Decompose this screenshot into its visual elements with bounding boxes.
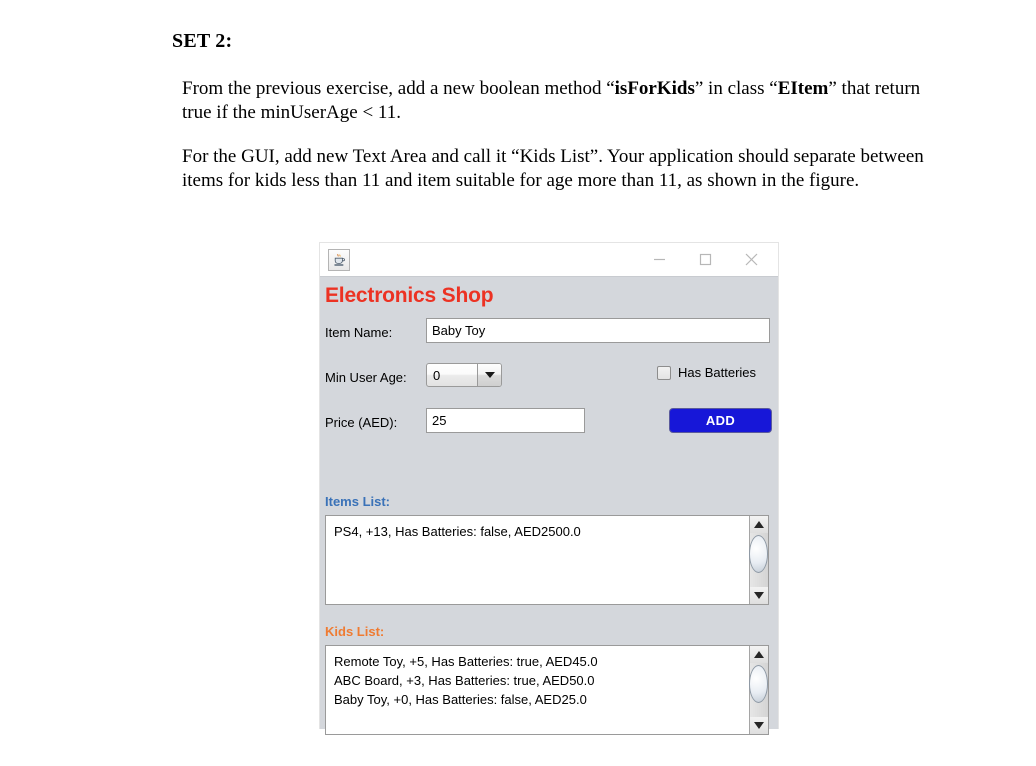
scrollbar-track[interactable] bbox=[749, 663, 768, 717]
method-name-isforkids: isForKids bbox=[614, 78, 695, 99]
item-name-label: Item Name: bbox=[325, 325, 393, 340]
scrollbar-track[interactable] bbox=[749, 533, 768, 587]
java-coffee-cup-icon bbox=[328, 249, 350, 271]
scrollbar-thumb[interactable] bbox=[749, 665, 768, 703]
item-name-input[interactable]: Baby Toy bbox=[426, 318, 770, 343]
class-name-eitem: EItem bbox=[777, 78, 829, 99]
price-label: Price (AED): bbox=[325, 415, 398, 430]
chevron-down-icon[interactable] bbox=[477, 364, 501, 386]
scroll-up-arrow-icon[interactable] bbox=[750, 516, 768, 533]
kids-list-label: Kids List: bbox=[325, 624, 385, 639]
maximize-icon[interactable] bbox=[682, 243, 728, 276]
items-list-label: Items List: bbox=[325, 494, 391, 509]
checkbox-box-icon[interactable] bbox=[657, 365, 671, 380]
add-button[interactable]: ADD bbox=[669, 408, 772, 433]
paragraph-1-mid: ” in class “ bbox=[694, 78, 778, 99]
scroll-down-arrow-icon[interactable] bbox=[750, 587, 768, 604]
app-title: Electronics Shop bbox=[325, 284, 494, 307]
scroll-down-arrow-icon[interactable] bbox=[750, 717, 768, 734]
window-controls bbox=[636, 243, 774, 276]
paragraph-1-prefix: From the previous exercise, add a new bo… bbox=[182, 78, 615, 99]
min-user-age-label: Min User Age: bbox=[325, 370, 407, 385]
set-heading: SET 2: bbox=[172, 30, 233, 52]
minimize-icon[interactable] bbox=[636, 243, 682, 276]
items-list-textarea[interactable]: PS4, +13, Has Batteries: false, AED2500.… bbox=[326, 516, 749, 604]
scrollbar-thumb[interactable] bbox=[749, 535, 768, 573]
items-list-scrollbar[interactable] bbox=[749, 516, 768, 604]
kids-list-textarea[interactable]: Remote Toy, +5, Has Batteries: true, AED… bbox=[326, 646, 749, 734]
price-input[interactable]: 25 bbox=[426, 408, 585, 433]
min-user-age-select[interactable]: 0 bbox=[426, 363, 502, 387]
has-batteries-checkbox[interactable]: Has Batteries bbox=[657, 365, 756, 380]
exercise-paragraph-1: From the previous exercise, add a new bo… bbox=[182, 77, 942, 125]
has-batteries-label: Has Batteries bbox=[678, 365, 757, 380]
scroll-up-arrow-icon[interactable] bbox=[750, 646, 768, 663]
electronics-shop-window: Electronics Shop Item Name: Baby Toy Min… bbox=[320, 243, 778, 735]
min-user-age-value: 0 bbox=[433, 367, 441, 383]
kids-list-scrollpane: Remote Toy, +5, Has Batteries: true, AED… bbox=[325, 645, 769, 735]
items-list-scrollpane: PS4, +13, Has Batteries: false, AED2500.… bbox=[325, 515, 769, 605]
close-icon[interactable] bbox=[728, 243, 774, 276]
exercise-paragraph-2: For the GUI, add new Text Area and call … bbox=[182, 146, 924, 191]
window-content-panel: Electronics Shop Item Name: Baby Toy Min… bbox=[320, 276, 778, 735]
window-titlebar bbox=[320, 243, 778, 276]
kids-list-scrollbar[interactable] bbox=[749, 646, 768, 734]
